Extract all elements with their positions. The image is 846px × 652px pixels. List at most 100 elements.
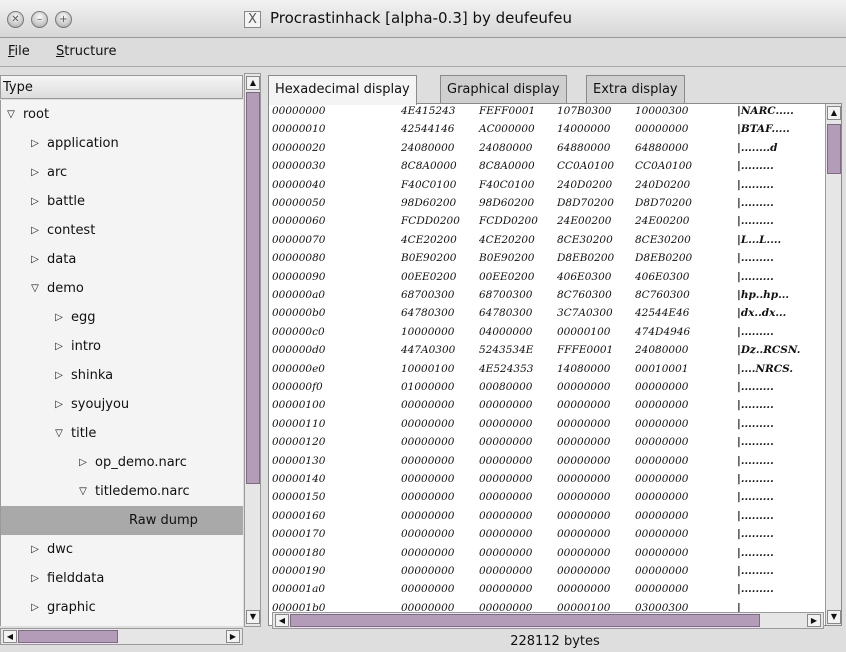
hex-word: 98D60200: [401, 197, 457, 209]
hex-word: 64780300: [479, 307, 533, 320]
tree-item[interactable]: ▷ fielddata: [1, 564, 243, 593]
hex-word: 8C760300: [635, 289, 690, 301]
tree-item-label: fielddata: [47, 571, 105, 586]
tree-item[interactable]: ▽ titledemo.narc: [1, 477, 243, 506]
tree-item[interactable]: ▷ egg: [1, 303, 243, 332]
tree-item-label: contest: [47, 223, 96, 238]
collapsed-arrow-icon[interactable]: ▷: [29, 158, 41, 187]
tree-column-header[interactable]: Type: [0, 75, 243, 99]
menu-file[interactable]: File: [8, 44, 30, 59]
collapsed-arrow-icon[interactable]: ▷: [29, 593, 41, 622]
tree-item[interactable]: ▽ demo: [1, 274, 243, 303]
tree-item[interactable]: ▷ syoujyou: [1, 390, 243, 419]
hex-offset: 00000060: [272, 215, 326, 228]
hex-word: 00000000: [479, 454, 533, 467]
tree-item[interactable]: ▷ shinka: [1, 361, 243, 390]
scroll-right-arrow-icon[interactable]: ▶: [226, 630, 240, 643]
tree-item[interactable]: ▷ contest: [1, 216, 243, 245]
hex-view[interactable]: 00000000 4E415243 FEFF0001 107B0300 10000300…: [268, 103, 842, 626]
ascii-preview: |L...L....: [737, 233, 782, 246]
tree-view[interactable]: ▽ root ▷ application ▷ arc ▷ battle ▷ contest ▷ dat…: [0, 100, 243, 626]
ascii-preview: |.........: [737, 381, 774, 393]
scroll-down-arrow-icon[interactable]: ▼: [246, 610, 260, 624]
tree-vertical-scrollbar[interactable]: ▲ ▼: [244, 73, 261, 627]
hex-word: 00000000: [401, 565, 455, 577]
tree-item[interactable]: ▽ root: [1, 100, 243, 129]
hex-word: 00000000: [557, 473, 611, 485]
collapsed-arrow-icon[interactable]: ▷: [53, 332, 65, 361]
hex-word: 00000000: [635, 528, 689, 541]
close-window-button[interactable]: ✕: [7, 11, 24, 28]
hex-word: 00000000: [479, 583, 533, 596]
scroll-thumb[interactable]: [246, 92, 260, 484]
tree-horizontal-scrollbar[interactable]: ◀ ▶: [0, 628, 243, 645]
collapsed-arrow-icon[interactable]: ▷: [29, 535, 41, 564]
hex-vertical-scrollbar[interactable]: ▲ ▼: [825, 104, 841, 625]
hex-word: 00000000: [401, 546, 455, 559]
collapsed-arrow-icon[interactable]: ▷: [77, 448, 89, 477]
collapsed-arrow-icon[interactable]: ▷: [29, 564, 41, 593]
collapsed-arrow-icon[interactable]: ▷: [29, 187, 41, 216]
hex-word: 00000000: [635, 123, 689, 136]
expanded-arrow-icon[interactable]: ▽: [29, 274, 41, 303]
hex-word: 4CE20200: [401, 233, 457, 246]
scroll-thumb[interactable]: [18, 630, 118, 643]
ascii-preview: |.........: [737, 417, 774, 430]
hex-offset: 00000040: [272, 178, 326, 191]
collapsed-arrow-icon[interactable]: ▷: [29, 245, 41, 274]
scroll-right-arrow-icon[interactable]: ▶: [807, 614, 821, 627]
tab-extra-display[interactable]: Extra display: [586, 75, 685, 103]
hex-word: 68700300: [479, 289, 533, 301]
collapsed-arrow-icon[interactable]: ▷: [53, 303, 65, 332]
tree-item[interactable]: Raw dump: [1, 506, 243, 535]
tree-item[interactable]: ▷ application: [1, 129, 243, 158]
expanded-arrow-icon[interactable]: ▽: [77, 477, 89, 506]
tree-item[interactable]: ▷ intro: [1, 332, 243, 361]
hex-horizontal-scrollbar[interactable]: ◀ ▶: [272, 612, 824, 629]
scroll-up-arrow-icon[interactable]: ▲: [827, 106, 841, 120]
hex-word: 240D0200: [635, 178, 691, 191]
hex-word: D8EB0200: [557, 252, 615, 265]
tree-item[interactable]: ▷ battle: [1, 187, 243, 216]
scroll-thumb[interactable]: [827, 124, 841, 174]
window-title: Procrastinhack [alpha-0.3] by deufeufeu: [270, 9, 572, 27]
collapsed-arrow-icon[interactable]: ▷: [29, 216, 41, 245]
collapsed-arrow-icon[interactable]: ▷: [53, 361, 65, 390]
hex-offset: 00000090: [272, 270, 326, 283]
hex-word: 00000000: [557, 583, 611, 596]
hex-word: 14080000: [557, 362, 611, 375]
minimize-window-button[interactable]: –: [31, 11, 48, 28]
hex-word: 00000000: [479, 417, 533, 430]
hex-word: 00000000: [479, 436, 533, 449]
hex-word: 00000000: [479, 546, 533, 559]
tree-item[interactable]: ▷ graphic: [1, 593, 243, 622]
hex-word: CC0A0100: [557, 160, 615, 173]
scroll-left-arrow-icon[interactable]: ◀: [3, 630, 17, 643]
hex-word: AC000000: [479, 123, 535, 136]
hex-word: 00000000: [635, 436, 689, 449]
expanded-arrow-icon[interactable]: ▽: [5, 100, 17, 129]
maximize-window-button[interactable]: +: [55, 11, 72, 28]
menu-structure[interactable]: Structure: [56, 44, 117, 59]
tab-hexadecimal-display[interactable]: Hexadecimal display: [268, 75, 417, 105]
menu-structure-label: tructure: [64, 44, 117, 59]
expanded-arrow-icon[interactable]: ▽: [53, 419, 65, 448]
tab-graphical-display[interactable]: Graphical display: [440, 75, 567, 103]
hex-word: 10000100: [401, 362, 455, 375]
scroll-down-arrow-icon[interactable]: ▼: [827, 610, 841, 624]
collapsed-arrow-icon[interactable]: ▷: [29, 129, 41, 158]
scroll-left-arrow-icon[interactable]: ◀: [275, 614, 289, 627]
ascii-preview: |.........: [737, 325, 774, 338]
tree-item[interactable]: ▷ data: [1, 245, 243, 274]
tree-item[interactable]: ▷ op_demo.narc: [1, 448, 243, 477]
hex-word: 4E524353: [479, 362, 534, 375]
hex-offset: 00000020: [272, 141, 326, 154]
tree-item[interactable]: ▷ arc: [1, 158, 243, 187]
collapsed-arrow-icon[interactable]: ▷: [53, 390, 65, 419]
tree-item[interactable]: ▽ title: [1, 419, 243, 448]
tree-item[interactable]: ▷ dwc: [1, 535, 243, 564]
hex-word: 68700300: [401, 289, 455, 301]
hex-word: 00000000: [479, 565, 533, 577]
scroll-up-arrow-icon[interactable]: ▲: [246, 76, 260, 90]
scroll-thumb[interactable]: [290, 614, 760, 627]
